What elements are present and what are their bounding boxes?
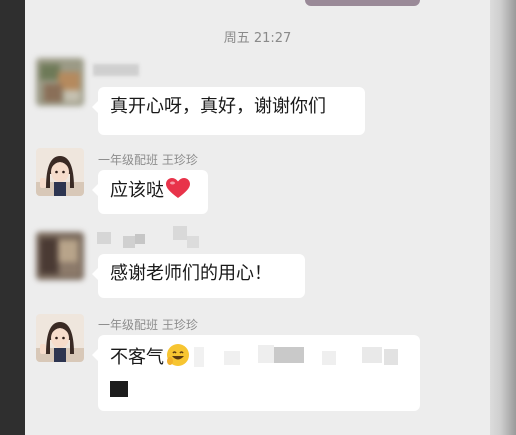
window-edge — [490, 0, 516, 435]
message-text-4: 不客气 — [110, 347, 164, 368]
blurred-block — [110, 381, 128, 397]
message-bubble-2[interactable]: 应该哒 — [92, 170, 208, 214]
message-bubble-3[interactable]: 感谢老师们的用心！ — [92, 254, 305, 298]
avatar-girl-1[interactable] — [36, 148, 84, 196]
message-text-2: 应该哒 — [110, 180, 164, 201]
heart-icon — [166, 178, 190, 206]
previous-message-bubble[interactable] — [305, 0, 420, 6]
avatar-girl-2[interactable] — [36, 314, 84, 362]
message-text-3: 感谢老师们的用心！ — [110, 263, 272, 284]
sender-name-4: 一年级配班 王珍珍 — [98, 318, 198, 332]
avatar-image — [36, 232, 84, 280]
chat-panel: 周五 21:27 真开心呀，真好，谢谢你们 一年级配班 王珍珍 应该哒 感谢老师… — [25, 0, 490, 435]
avatar-image — [36, 58, 84, 106]
avatar-blurred-1[interactable] — [36, 58, 84, 106]
girl-avatar-icon — [36, 314, 84, 362]
blurred-sender-name-1 — [93, 64, 139, 76]
message-timestamp: 周五 21:27 — [223, 31, 292, 46]
sender-name-2: 一年级配班 王珍珍 — [98, 153, 198, 167]
smile-icon — [166, 343, 190, 374]
blurred-message-content — [194, 341, 414, 381]
avatar-blurred-2[interactable] — [36, 232, 84, 280]
message-bubble-1[interactable]: 真开心呀，真好，谢谢你们 — [92, 87, 365, 135]
blurred-sender-name-2 — [93, 226, 203, 250]
girl-avatar-icon — [36, 148, 84, 196]
message-bubble-4[interactable]: 不客气 — [92, 335, 420, 411]
message-text-1: 真开心呀，真好，谢谢你们 — [110, 96, 326, 117]
